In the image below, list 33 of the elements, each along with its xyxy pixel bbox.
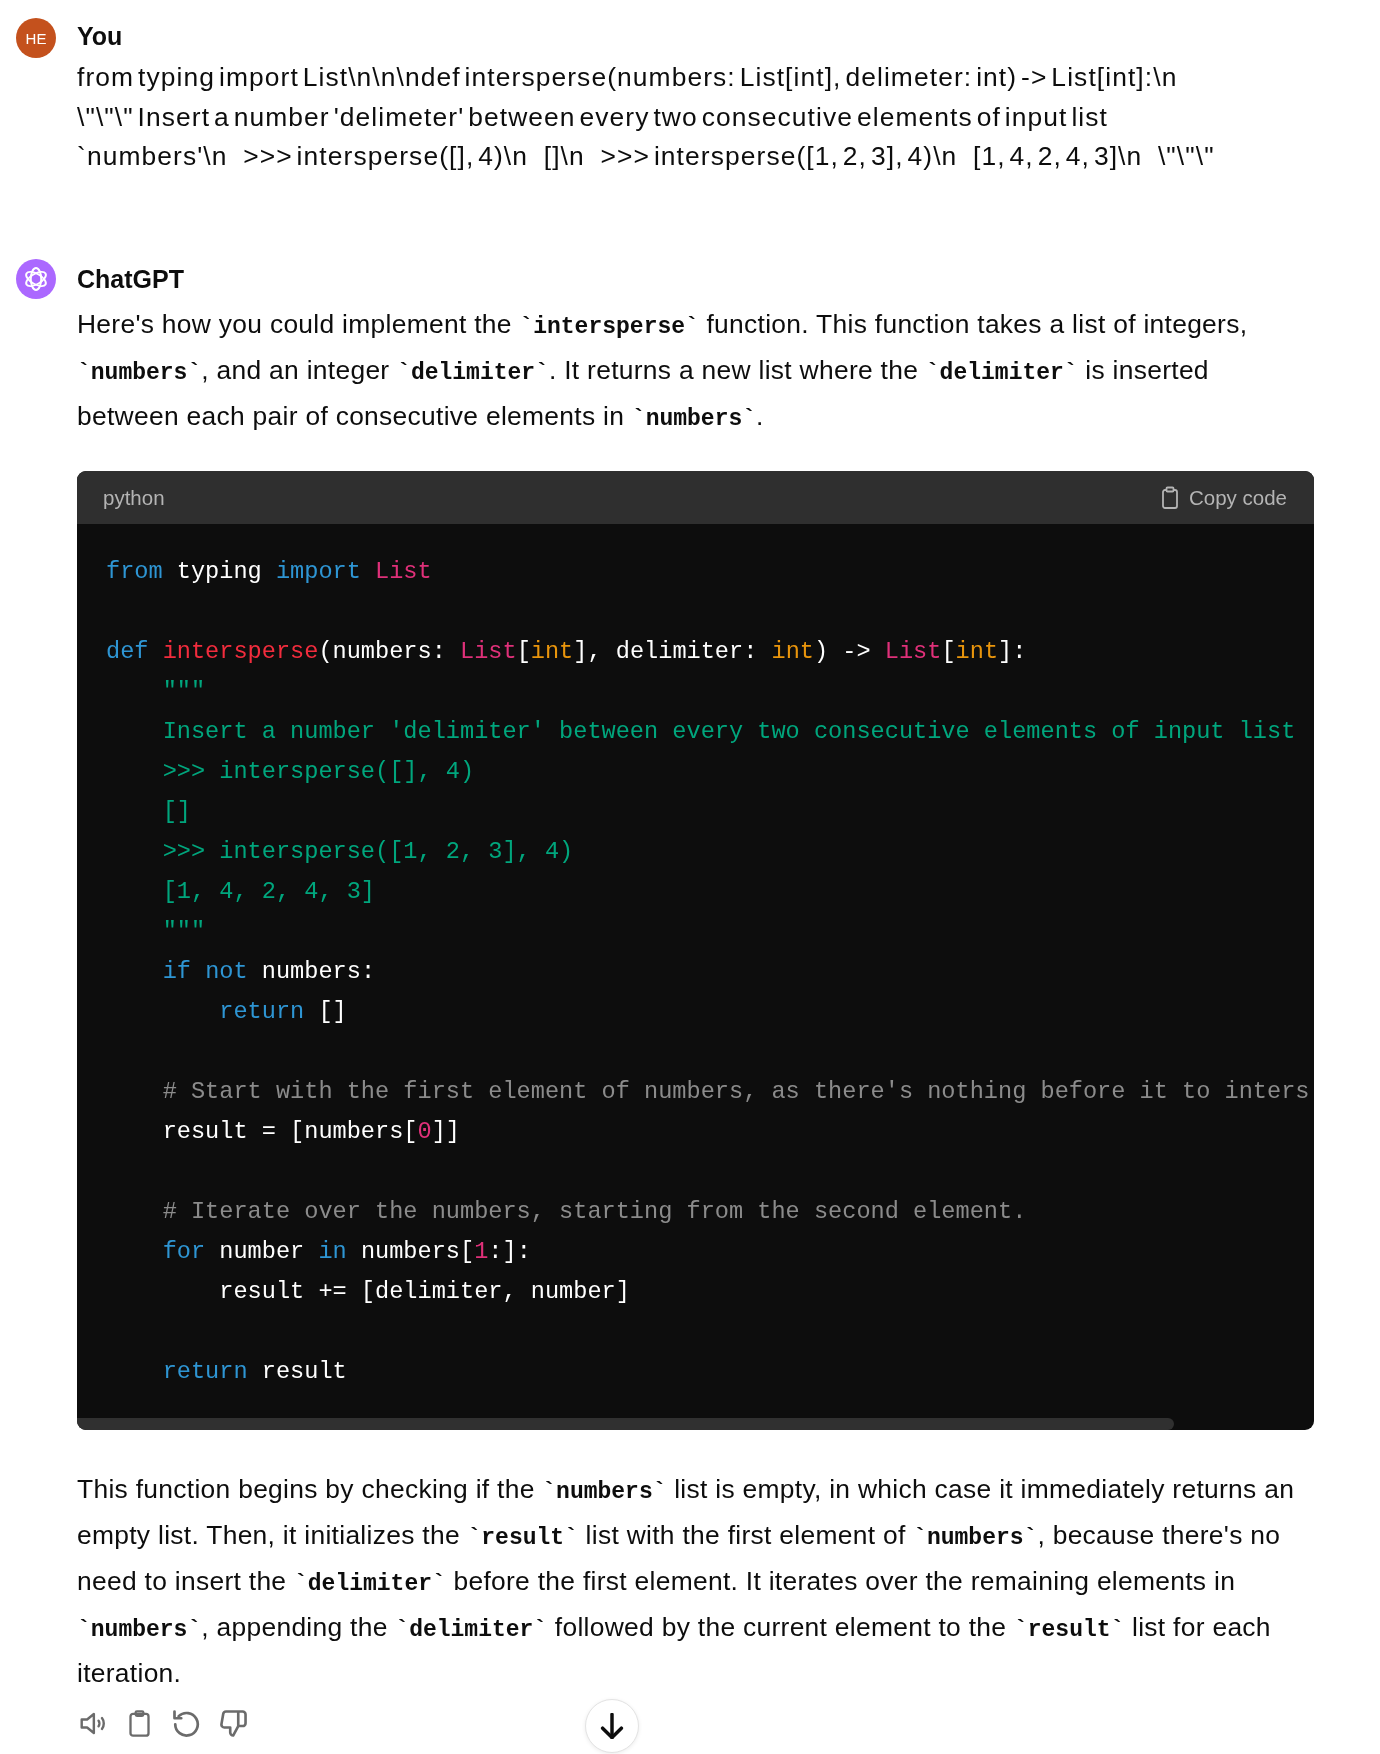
code-line: # Start with the first element of numbers, as there's nothing before it to inters <box>162 1077 1310 1108</box>
code-line: result += [delimiter, number] <box>219 1277 630 1308</box>
horizontal-scrollbar[interactable] <box>77 1418 1174 1431</box>
scroll-down-button[interactable] <box>585 1699 639 1753</box>
code-line: >>> intersperse([1, 2, 3], 4) <box>162 837 574 868</box>
copy-code-button[interactable]: Copy code <box>1160 485 1287 510</box>
code-line: from typing import List <box>106 557 432 588</box>
code-line: Insert a number 'delimiter' between every two consecutive elements of input list <box>162 717 1296 748</box>
code-line: >>> intersperse([], 4) <box>162 757 475 788</box>
code-line: [] <box>162 797 191 828</box>
code-line: return [] <box>219 997 347 1028</box>
code-line: # Iterate over the numbers, starting from the second element. <box>162 1197 1027 1228</box>
code-line: if not numbers: <box>162 957 376 988</box>
thumbs-down-icon[interactable] <box>220 1710 247 1738</box>
code-line: def intersperse(numbers: List[int], delimiter: int) -> List[int]: <box>106 637 1027 668</box>
message-paragraph: Here's how you could implement the `intersperse` function. This function takes a list of integers, `numbers`, and an integer `delimiter`. It returns a new list where the `delimiter` is inserted between each pair of consecutive elements in `numbers`. <box>77 308 1249 435</box>
user-avatar: HE <box>16 18 56 58</box>
code-line: result = [numbers[0]] <box>162 1117 460 1148</box>
code-line: return result <box>162 1357 347 1388</box>
code-line: """ <box>162 917 206 948</box>
flower-logo-icon <box>16 259 56 300</box>
clipboard-icon <box>1160 485 1180 510</box>
arrow-down-icon <box>600 1713 624 1739</box>
code-line: [1, 4, 2, 4, 3] <box>162 877 376 908</box>
author-name: ChatGPT <box>77 264 184 296</box>
circular-arrow-icon[interactable] <box>173 1710 200 1738</box>
code-line: """ <box>162 677 206 708</box>
message-text: from typing import List\n\n\ndef intersperse(numbers: List[int], delimeter: int) -> List[int]:\n \"\"\" Insert a number 'delimeter' between every two consecutive elements of input list `numbers'\n >>> intersperse([], 4)\n []\n >>> intersperse([1, 2, 3], 4)\n [1, 4, 2, 4, 3]\n \"\"\" <box>77 61 1216 174</box>
message-paragraph: This function begins by checking if the `numbers` list is empty, in which case it immediately returns an empty list. Then, it initializes the `result` list with the first element of `numbers`, because there's no need to insert the `delimiter` before the first element. It iterates over the remaining elements in `numbers`, appending the `delimiter` followed by the current element to the `result` list for each iteration. <box>77 1473 1296 1691</box>
clipboard-icon[interactable] <box>126 1710 153 1738</box>
code-line: for number in numbers[1:]: <box>162 1237 531 1268</box>
author-name: You <box>77 21 123 52</box>
code-language-label: python <box>103 485 165 510</box>
